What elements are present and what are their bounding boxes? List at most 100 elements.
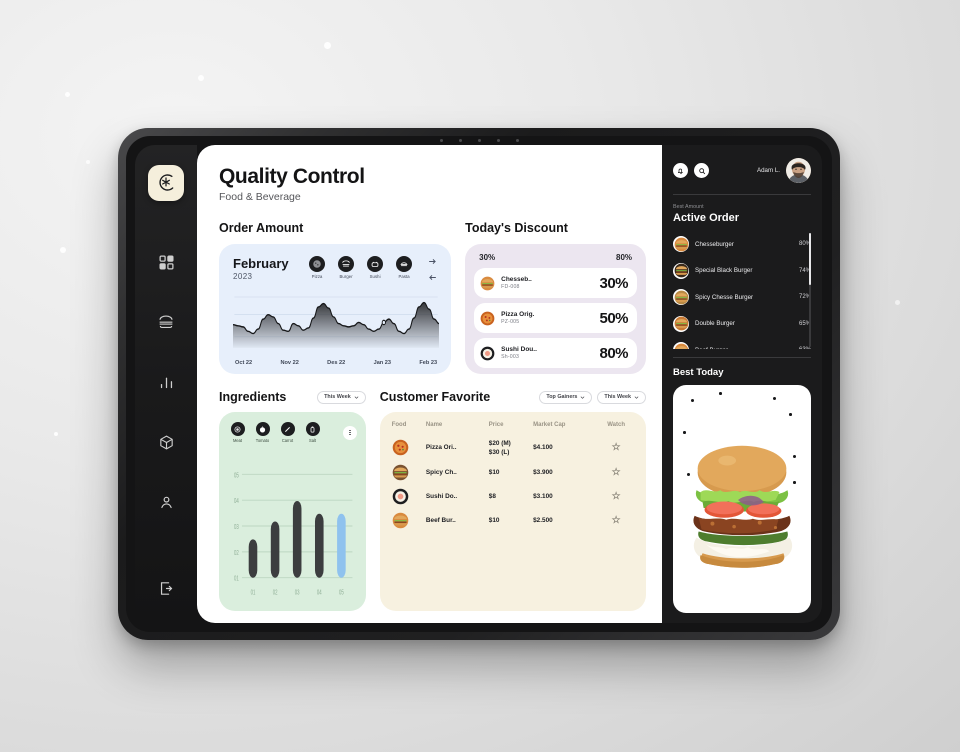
chevron-down-icon bbox=[581, 396, 585, 399]
row-price: $10 bbox=[488, 517, 500, 525]
ingredients-period-filter[interactable]: This Week bbox=[317, 390, 366, 404]
food-filter-group: Pizza Burger Sushi Pasta bbox=[306, 256, 439, 283]
active-order-item[interactable]: Double Burger 65% bbox=[673, 311, 811, 338]
row-market-cap: $2.500 bbox=[533, 517, 553, 525]
bell-icon[interactable] bbox=[673, 163, 688, 178]
brand-logo[interactable] bbox=[148, 165, 184, 201]
sushi-icon bbox=[367, 256, 384, 272]
right-panel: Adam L. Best Amount Active Order Chesseb… bbox=[662, 145, 822, 623]
watch-star-icon[interactable]: ☆ bbox=[612, 515, 621, 526]
ingredient-salt[interactable]: Salt bbox=[303, 422, 322, 443]
column-header: Market Cap bbox=[533, 422, 566, 428]
top-gainers-label: Top Gainers bbox=[546, 394, 578, 400]
favorite-period-filter[interactable]: This Week bbox=[597, 390, 646, 404]
table-header-row: Food Name Price Market Cap Watch bbox=[392, 422, 634, 435]
discount-item[interactable]: Sushi Dou.. Sh-003 80% bbox=[474, 338, 638, 368]
column-header: Watch bbox=[607, 422, 625, 428]
active-order-title: Active Order bbox=[673, 212, 740, 224]
svg-text:03: 03 bbox=[234, 523, 239, 532]
table-row[interactable]: Spicy Ch.. $10 $3.900 ☆ bbox=[392, 461, 634, 485]
discount-list: Chesseb.. FD-008 30% Pizza Orig. PZ-005 50% Su… bbox=[474, 268, 638, 368]
order-amount-title: Order Amount bbox=[219, 221, 304, 235]
sidebar-item-profile[interactable] bbox=[149, 485, 183, 519]
x-tick: Nov 22 bbox=[280, 360, 299, 366]
row-price-cell: $20 (M) $30 (L) bbox=[489, 435, 533, 461]
carrot-icon bbox=[280, 422, 295, 436]
tablet-screen: Quality Control Food & Beverage Order Am… bbox=[126, 136, 832, 632]
active-order-item[interactable]: Beef Burger 63% bbox=[673, 337, 811, 349]
svg-text:02: 02 bbox=[234, 549, 239, 558]
watch-star-icon[interactable]: ☆ bbox=[612, 491, 621, 502]
row-price-cell: $10 bbox=[489, 461, 533, 485]
discount-range-min: 30% bbox=[479, 253, 496, 262]
row-name: Spicy Ch.. bbox=[425, 469, 457, 477]
svg-text:03: 03 bbox=[295, 588, 300, 597]
table-row[interactable]: Sushi Do.. $8 $3.100 ☆ bbox=[392, 485, 634, 509]
customer-favorite-title: Customer Favorite bbox=[379, 390, 491, 404]
filter-pizza[interactable]: Pizza bbox=[306, 256, 328, 279]
discount-title: Today's Discount bbox=[465, 221, 568, 235]
svg-text:01: 01 bbox=[234, 575, 239, 584]
ingredients-period-label: This Week bbox=[324, 394, 351, 400]
sidebar-item-menu[interactable] bbox=[149, 305, 183, 339]
burger-icon bbox=[673, 236, 689, 253]
order-list-scrollbar[interactable] bbox=[809, 233, 811, 285]
sidebar-item-analytics[interactable] bbox=[149, 365, 183, 399]
discount-item-name: Chesseb.. bbox=[501, 276, 532, 283]
filter-sushi[interactable]: Sushi bbox=[364, 256, 386, 279]
kebab-menu-icon[interactable] bbox=[342, 425, 357, 440]
active-order-name: Spicy Chesse Burger bbox=[695, 293, 754, 301]
sidebar-item-dashboard[interactable] bbox=[149, 245, 183, 279]
ingredient-tomato[interactable]: Tomato bbox=[253, 422, 272, 443]
active-order-item[interactable]: Spicy Chesse Burger 72% bbox=[673, 284, 811, 311]
column-header: Price bbox=[488, 422, 504, 428]
pizza-icon bbox=[392, 439, 409, 456]
active-order-item[interactable]: Special Black Burger 74% bbox=[673, 258, 811, 285]
row-market-cap: $3.100 bbox=[533, 493, 553, 501]
meat-icon bbox=[230, 422, 245, 436]
panel-divider bbox=[673, 194, 811, 195]
chart-year: 2023 bbox=[233, 272, 253, 281]
svg-text:05: 05 bbox=[234, 471, 239, 480]
row-price-cell: $10 bbox=[489, 509, 533, 533]
active-order-item[interactable]: Chesseburger 80% bbox=[673, 231, 811, 258]
search-icon[interactable] bbox=[694, 163, 709, 178]
watch-star-icon[interactable]: ☆ bbox=[612, 467, 621, 478]
tablet-device: Quality Control Food & Beverage Order Am… bbox=[118, 128, 840, 640]
row-price: $10 bbox=[488, 469, 500, 477]
row-thumbnail-cell bbox=[392, 435, 426, 461]
row-thumbnail-cell bbox=[392, 509, 426, 533]
ingredient-carrot[interactable]: Carrot bbox=[278, 422, 297, 443]
table-row[interactable]: Beef Bur.. $10 $2.500 ☆ bbox=[392, 509, 634, 533]
discount-range-max: 80% bbox=[616, 253, 633, 262]
filter-pasta[interactable]: Pasta bbox=[393, 256, 415, 279]
burger-icon bbox=[673, 342, 689, 349]
prev-arrow-icon[interactable] bbox=[426, 272, 439, 283]
filter-pizza-label: Pizza bbox=[311, 274, 323, 279]
discount-item[interactable]: Pizza Orig. PZ-005 50% bbox=[474, 303, 638, 333]
active-order-name: Special Black Burger bbox=[695, 267, 753, 275]
best-today-card[interactable] bbox=[673, 385, 811, 613]
user-name: Adam L. bbox=[756, 167, 780, 174]
svg-text:01: 01 bbox=[251, 588, 256, 597]
sidebar-item-inventory[interactable] bbox=[149, 425, 183, 459]
svg-text:04: 04 bbox=[317, 588, 322, 597]
logout-button[interactable] bbox=[149, 571, 183, 605]
watch-star-icon[interactable]: ☆ bbox=[612, 442, 621, 453]
ingredients-section: Ingredients This Week Meat Tomato Carrot… bbox=[219, 390, 366, 611]
avatar[interactable] bbox=[786, 158, 811, 183]
row-price: $20 (M) bbox=[488, 439, 511, 447]
ingredient-icon-group: Meat Tomato Carrot Salt bbox=[228, 422, 357, 443]
row-price-cell: $8 bbox=[489, 485, 533, 509]
pizza-icon bbox=[309, 256, 326, 272]
svg-text:05: 05 bbox=[339, 588, 344, 597]
chart-month: February bbox=[233, 256, 289, 271]
row-price-large: $30 (L) bbox=[488, 448, 510, 456]
filter-burger[interactable]: Burger bbox=[335, 256, 357, 279]
discount-item[interactable]: Chesseb.. FD-008 30% bbox=[474, 268, 638, 298]
top-gainers-filter[interactable]: Top Gainers bbox=[539, 390, 593, 404]
next-arrow-icon[interactable] bbox=[426, 256, 439, 267]
table-row[interactable]: Pizza Ori.. $20 (M) $30 (L) $4.100 ☆ bbox=[392, 435, 634, 461]
ingredient-meat[interactable]: Meat bbox=[228, 422, 247, 443]
active-order-list[interactable]: Chesseburger 80% Special Black Burger 74% Sp… bbox=[673, 231, 811, 349]
